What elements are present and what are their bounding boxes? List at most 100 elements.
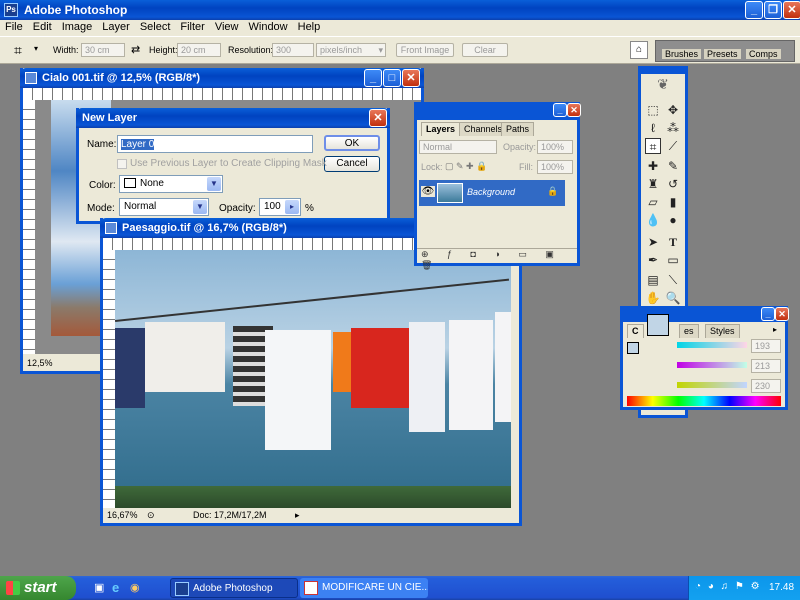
tab-channels[interactable]: Channels [459, 122, 508, 136]
minimize-button[interactable]: _ [745, 1, 763, 19]
eye-icon[interactable]: 👁 [421, 186, 435, 197]
zoom-tool-icon[interactable]: 🔍 [665, 290, 681, 306]
tab-comps[interactable]: Comps [746, 49, 781, 59]
blend-mode-select[interactable]: Normal [419, 140, 497, 154]
task-browser[interactable]: MODIFICARE UN CIE... [300, 578, 428, 598]
history-brush-tool-icon[interactable]: ↺ [665, 176, 681, 192]
eyedropper-tool-icon[interactable]: ⟍ [665, 272, 681, 288]
name-input[interactable]: Layer 0 [117, 135, 313, 153]
notes-tool-icon[interactable]: ▤ [645, 272, 661, 288]
magic-wand-tool-icon[interactable]: ⁂ [665, 120, 681, 136]
file-browser-icon[interactable]: ⌂ [630, 41, 648, 59]
zoom-level[interactable]: 16,67% [107, 508, 138, 522]
pen-tool-icon[interactable]: ✒ [645, 252, 661, 268]
close-button[interactable]: ✕ [402, 69, 420, 87]
menu-file[interactable]: File [0, 20, 28, 34]
restore-button[interactable]: ❐ [764, 1, 782, 19]
type-tool-icon[interactable]: T [665, 234, 681, 250]
fill-field[interactable]: 100% [537, 160, 573, 174]
dodge-tool-icon[interactable]: ● [665, 212, 681, 228]
tab-swatches[interactable]: es [679, 324, 699, 338]
blue-slider[interactable] [677, 382, 747, 388]
panel-menu-icon[interactable]: ▸ [773, 325, 777, 334]
red-slider[interactable] [677, 342, 747, 348]
swap-icon[interactable]: ⇄ [131, 43, 140, 56]
show-desktop-icon[interactable]: ▣ [94, 581, 104, 594]
resolution-unit-select[interactable]: pixels/inch ▾ [316, 43, 386, 57]
chevron-right-icon[interactable]: ▸ [285, 200, 299, 214]
lasso-tool-icon[interactable]: ℓ [645, 120, 661, 136]
height-field[interactable]: 20 cm [177, 43, 221, 57]
menu-edit[interactable]: Edit [28, 20, 57, 34]
menu-select[interactable]: Select [135, 20, 176, 34]
media-player-icon[interactable]: ◉ [130, 581, 140, 594]
crop-tool-icon[interactable]: ⌗ [14, 42, 22, 59]
blue-value[interactable]: 230 [751, 379, 781, 393]
path-selection-tool-icon[interactable]: ➤ [645, 234, 661, 250]
chevron-right-icon[interactable]: ▸ [295, 508, 300, 522]
menu-view[interactable]: View [210, 20, 244, 34]
dialog-title-bar[interactable]: New Layer ✕ [76, 108, 390, 128]
color-select[interactable]: None ▼ [119, 175, 223, 193]
internet-explorer-icon[interactable]: e [112, 580, 119, 595]
hand-tool-icon[interactable]: ✋ [645, 290, 661, 306]
mode-select[interactable]: Normal ▼ [119, 198, 209, 216]
gradient-tool-icon[interactable]: ▮ [665, 194, 681, 210]
close-button[interactable]: ✕ [775, 307, 789, 321]
canvas-photo[interactable] [115, 250, 511, 508]
minimize-button[interactable]: _ [553, 103, 567, 117]
slice-tool-icon[interactable]: ⟋ [665, 138, 681, 154]
resolution-field[interactable]: 300 [272, 43, 314, 57]
shape-tool-icon[interactable]: ▭ [665, 252, 681, 268]
lock-icons[interactable]: ▢ ✎ ✚ 🔒 [445, 161, 487, 172]
clear-button[interactable]: Clear [462, 43, 508, 57]
color-spectrum-ramp[interactable] [627, 396, 781, 406]
width-field[interactable]: 30 cm [81, 43, 125, 57]
tab-color[interactable]: C [627, 324, 644, 338]
status-icon[interactable]: ⊙ [147, 508, 155, 522]
task-photoshop[interactable]: Adobe Photoshop [170, 578, 298, 598]
clipping-mask-checkbox[interactable] [117, 159, 127, 169]
start-button[interactable]: start [0, 576, 76, 600]
move-tool-icon[interactable]: ✥ [665, 102, 681, 118]
tab-brushes[interactable]: Brushes [662, 49, 702, 59]
cancel-button[interactable]: Cancel [324, 156, 380, 172]
blur-tool-icon[interactable]: 💧 [645, 212, 661, 228]
zoom-level[interactable]: 12,5% [23, 358, 53, 368]
clone-stamp-tool-icon[interactable]: ♜ [645, 176, 661, 192]
menu-filter[interactable]: Filter [175, 20, 209, 34]
opacity-field[interactable]: 100% [537, 140, 573, 154]
tab-presets[interactable]: Presets [704, 49, 741, 59]
fg-swatch[interactable] [627, 342, 639, 354]
ok-button[interactable]: OK [324, 135, 380, 151]
menu-help[interactable]: Help [293, 20, 326, 34]
brush-tool-icon[interactable]: ✎ [665, 158, 681, 174]
menu-layer[interactable]: Layer [97, 20, 135, 34]
tab-paths[interactable]: Paths [501, 122, 535, 136]
eraser-tool-icon[interactable]: ▱ [645, 194, 661, 210]
tab-styles[interactable]: Styles [705, 324, 740, 338]
green-value[interactable]: 213 [751, 359, 781, 373]
opacity-input[interactable]: 100 ▸ [259, 198, 301, 216]
tab-layers[interactable]: Layers [421, 122, 461, 136]
menu-image[interactable]: Image [57, 20, 98, 34]
front-image-button[interactable]: Front Image [396, 43, 454, 57]
close-button[interactable]: ✕ [783, 1, 800, 19]
red-value[interactable]: 193 [751, 339, 781, 353]
minimize-button[interactable]: _ [761, 307, 775, 321]
document-title-bar[interactable]: Cialo 001.tif @ 12,5% (RGB/8*) _ □ ✕ [20, 68, 424, 88]
app-title-bar: Ps Adobe Photoshop _ ❐ ✕ [0, 0, 800, 20]
healing-brush-tool-icon[interactable]: ✚ [645, 158, 661, 174]
close-button[interactable]: ✕ [369, 109, 387, 127]
layer-row-background[interactable]: 👁 Background 🔒 [419, 180, 565, 206]
chevron-down-icon[interactable]: ▾ [34, 44, 38, 53]
marquee-tool-icon[interactable]: ⬚ [645, 102, 661, 118]
maximize-button[interactable]: □ [383, 69, 401, 87]
green-slider[interactable] [677, 362, 747, 368]
menu-window[interactable]: Window [244, 20, 293, 34]
minimize-button[interactable]: _ [364, 69, 382, 87]
tray-icons[interactable]: ◔ ◕ ♫ ⚑ ⚙ [695, 581, 762, 592]
close-button[interactable]: ✕ [567, 103, 581, 117]
foreground-color-swatch[interactable] [647, 314, 669, 336]
crop-tool-icon[interactable]: ⌗ [645, 138, 661, 154]
